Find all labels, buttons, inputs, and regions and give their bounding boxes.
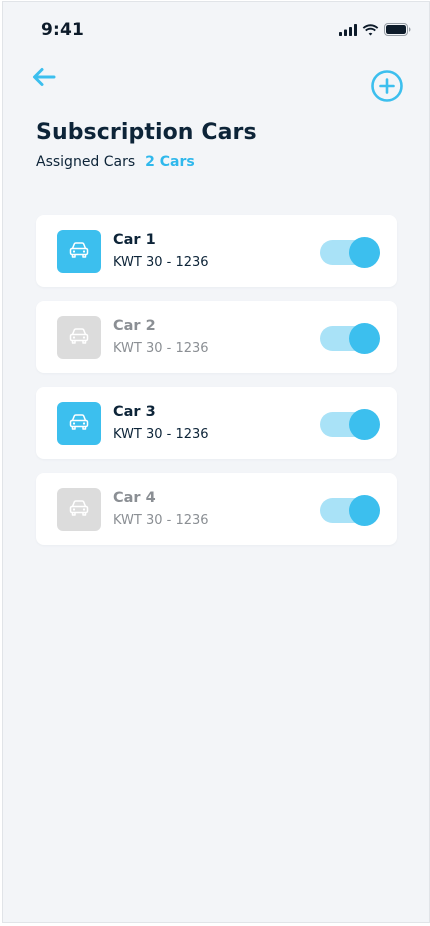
toggle-knob — [349, 409, 380, 440]
car-name: Car 2 — [113, 318, 156, 334]
car-plate: KWT 30 - 1236 — [113, 341, 209, 356]
toggle-knob — [349, 495, 380, 526]
battery-icon — [384, 21, 411, 40]
car-card[interactable]: Car 3 KWT 30 - 1236 — [36, 387, 397, 459]
signal-icon — [339, 21, 357, 40]
car-icon — [68, 413, 90, 435]
car-card[interactable]: Car 1 KWT 30 - 1236 — [36, 215, 397, 287]
car-name: Car 4 — [113, 490, 156, 506]
car-icon-box — [57, 402, 101, 445]
toggle-knob — [349, 323, 380, 354]
car-toggle[interactable] — [320, 409, 380, 440]
status-icons — [339, 21, 411, 40]
car-toggle[interactable] — [320, 323, 380, 354]
car-icon — [68, 499, 90, 521]
car-name: Car 1 — [113, 232, 156, 248]
car-list: Car 1 KWT 30 - 1236 Car 2 KWT 30 - 1236 … — [36, 215, 397, 545]
car-toggle[interactable] — [320, 495, 380, 526]
car-icon-box — [57, 488, 101, 531]
subscription-cars-screen: 9:41 Subscription Cars Assigned Cars 2 C… — [2, 1, 430, 923]
back-button[interactable] — [29, 64, 59, 94]
car-icon-box — [57, 230, 101, 273]
page-title: Subscription Cars — [36, 120, 257, 145]
car-plate: KWT 30 - 1236 — [113, 255, 209, 270]
car-card[interactable]: Car 4 KWT 30 - 1236 — [36, 473, 397, 545]
assigned-cars-label: Assigned Cars — [36, 154, 136, 170]
status-bar: 9:41 — [3, 2, 429, 56]
arrow-left-icon — [31, 66, 57, 92]
status-time: 9:41 — [41, 20, 85, 40]
car-name: Car 3 — [113, 404, 156, 420]
car-icon — [68, 241, 90, 263]
toggle-knob — [349, 237, 380, 268]
car-toggle[interactable] — [320, 237, 380, 268]
car-card[interactable]: Car 2 KWT 30 - 1236 — [36, 301, 397, 373]
plus-circle-icon — [370, 69, 404, 107]
car-plate: KWT 30 - 1236 — [113, 427, 209, 442]
assigned-cars-count: 2 Cars — [145, 154, 195, 170]
assigned-cars-summary: Assigned Cars 2 Cars — [36, 154, 195, 170]
car-icon — [68, 327, 90, 349]
wifi-icon — [362, 21, 379, 40]
add-car-button[interactable] — [369, 70, 405, 106]
car-icon-box — [57, 316, 101, 359]
car-plate: KWT 30 - 1236 — [113, 513, 209, 528]
